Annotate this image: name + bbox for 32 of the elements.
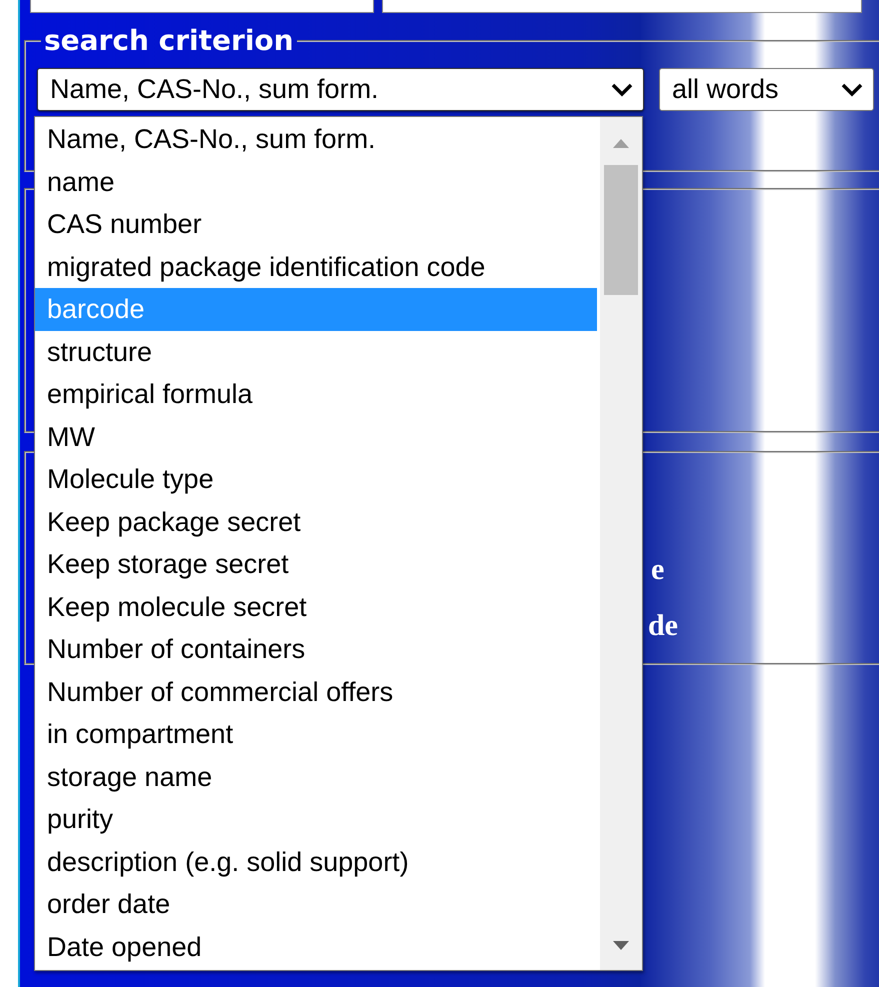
dropdown-option[interactable]: migrated package identification code — [35, 246, 597, 288]
input-field[interactable] — [382, 0, 862, 13]
dropdown-option[interactable]: Number of commercial offers — [35, 670, 597, 713]
fieldset-legend: search criterion — [41, 26, 297, 56]
dropdown-option[interactable]: Keep molecule secret — [35, 586, 597, 628]
dropdown-option[interactable]: Number of containers — [35, 628, 597, 670]
dropdown-option[interactable]: description (e.g. solid support) — [35, 840, 597, 883]
dropdown-option[interactable]: Name, CAS-No., sum form. — [35, 118, 597, 160]
field-label: e — [651, 553, 664, 587]
mode-select[interactable]: all words — [659, 68, 874, 111]
dropdown-option[interactable]: Keep package secret — [35, 500, 597, 543]
scroll-down-icon[interactable] — [613, 941, 629, 950]
scrollbar[interactable] — [600, 117, 642, 970]
dropdown-option[interactable]: order date — [35, 883, 597, 926]
criterion-select[interactable]: Name, CAS-No., sum form. — [37, 68, 644, 111]
dropdown-option[interactable]: empirical formula — [35, 373, 597, 416]
input-field[interactable] — [30, 0, 374, 13]
dropdown-option[interactable]: Molecule type — [35, 458, 597, 500]
scrollbar-thumb[interactable] — [604, 165, 638, 295]
dropdown-option[interactable]: structure — [35, 330, 597, 373]
dropdown-option[interactable]: CAS number — [35, 203, 597, 246]
dropdown-option[interactable]: in compartment — [35, 713, 597, 756]
dropdown-option[interactable]: Keep storage secret — [35, 543, 597, 586]
dropdown-option[interactable]: purity — [35, 798, 597, 840]
dropdown-option[interactable]: MW — [35, 416, 597, 458]
chevron-down-icon — [611, 82, 633, 96]
scroll-up-icon[interactable] — [613, 139, 629, 148]
dropdown-option[interactable]: storage name — [35, 756, 597, 798]
dropdown-option[interactable]: Date opened — [35, 926, 597, 968]
field-label: de — [648, 609, 678, 643]
chevron-down-icon — [841, 82, 863, 96]
dropdown-option[interactable]: name — [35, 160, 597, 203]
